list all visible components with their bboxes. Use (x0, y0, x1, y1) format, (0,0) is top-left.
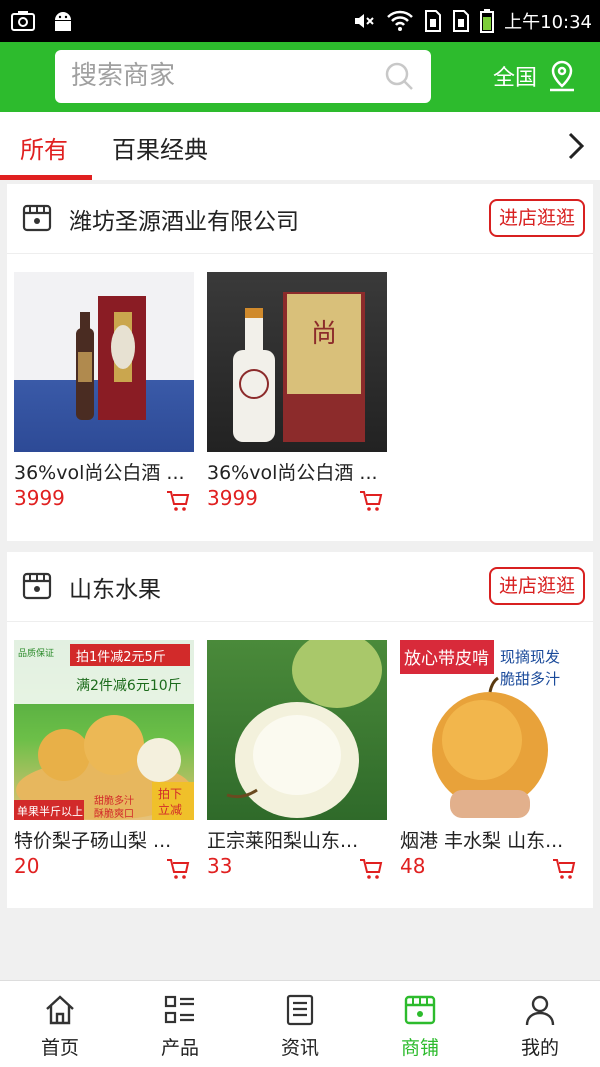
promo-text-1: 放心带皮啃 (404, 649, 489, 669)
region-label: 全国 (493, 66, 538, 91)
cart-icon[interactable] (552, 858, 576, 880)
region-selector[interactable]: 全国 (493, 60, 577, 92)
product-price: 48 (400, 854, 426, 878)
liquor-bottle-image (76, 296, 146, 420)
nav-products[interactable]: 产品 (140, 993, 220, 1060)
product-price: 33 (207, 854, 233, 878)
shop-icon (404, 995, 436, 1025)
nav-label: 首页 (40, 1037, 79, 1059)
home-icon (46, 995, 74, 1025)
promo-text-2: 现摘现发 (500, 648, 560, 666)
product-card[interactable]: 放心带皮啃 现摘现发 脆甜多汁 烟港 丰水梨 山东... 48 (400, 640, 580, 879)
search-box[interactable] (55, 50, 431, 103)
promo-text-2: 满2件减6元10斤 (76, 678, 182, 694)
promo-text-3: 单果半斤以上 (17, 804, 83, 818)
fengshui-pear-image: 放心带皮啃 现摘现发 脆甜多汁 (400, 640, 560, 818)
store-name: 山东水果 (69, 577, 161, 603)
category-tabs: 所有 百果经典 (0, 112, 600, 180)
promo-text-7: 立减 (158, 802, 182, 817)
product-price: 3999 (14, 486, 65, 510)
nav-label: 商铺 (400, 1037, 439, 1059)
product-name: 36%vol尚公白酒 ... (207, 462, 378, 484)
product-image[interactable]: 尚 (207, 272, 387, 452)
location-icon (550, 60, 575, 92)
nav-mine[interactable]: 我的 (500, 993, 580, 1060)
cart-icon[interactable] (166, 858, 190, 880)
product-image[interactable]: 放心带皮啃 现摘现发 脆甜多汁 (400, 640, 580, 820)
product-image[interactable]: 拍1件减2元5斤 满2件减6元10斤 品质保证 单果半斤以上 甜脆多汁 酥脆爽口… (14, 640, 194, 820)
nav-label: 产品 (160, 1037, 199, 1059)
store-icon (22, 572, 52, 600)
screenshot-icon (11, 11, 35, 31)
cart-icon[interactable] (166, 490, 190, 512)
nav-home[interactable]: 首页 (20, 993, 100, 1060)
clock: 上午10:34 (504, 12, 592, 33)
wifi-icon (387, 10, 414, 31)
store-card: 山东水果 进店逛逛 拍1件减2元5斤 满2件减6元10斤 品质保证 单果半斤以上… (7, 552, 593, 908)
box-label: 尚 (311, 319, 337, 349)
chevron-right-icon[interactable] (564, 130, 588, 162)
store-card: 潍坊圣源酒业有限公司 进店逛逛 36%vol尚公白酒 ... 3999 尚 36… (7, 184, 593, 541)
promo-text-3: 脆甜多汁 (500, 670, 560, 688)
search-icon[interactable] (383, 60, 415, 92)
top-header: 全国 (0, 42, 600, 112)
store-icon (22, 204, 52, 232)
news-icon (286, 994, 314, 1026)
laiyang-pear-image (226, 640, 382, 818)
cart-icon[interactable] (359, 858, 383, 880)
promo-text-5: 酥脆爽口 (94, 807, 134, 820)
nav-news[interactable]: 资讯 (260, 993, 340, 1060)
store-header: 山东水果 进店逛逛 (7, 552, 593, 622)
tab-baiguo-classic[interactable]: 百果经典 (112, 130, 208, 165)
enter-store-button[interactable]: 进店逛逛 (488, 567, 585, 605)
product-card[interactable]: 正宗莱阳梨山东... 33 (207, 640, 387, 879)
promo-text-1: 拍1件减2元5斤 (76, 650, 166, 665)
search-input[interactable] (71, 58, 371, 94)
bottom-navigation: 首页 产品 资讯 商铺 我的 (0, 980, 600, 1067)
product-name: 正宗莱阳梨山东... (207, 830, 359, 852)
promo-logo-text: 品质保证 (18, 647, 54, 659)
mute-icon (355, 14, 374, 28)
product-image[interactable] (14, 272, 194, 452)
store-name: 潍坊圣源酒业有限公司 (69, 209, 299, 235)
battery-icon (480, 9, 495, 33)
store-header: 潍坊圣源酒业有限公司 进店逛逛 (7, 184, 593, 254)
product-image[interactable] (207, 640, 387, 820)
cart-icon[interactable] (359, 490, 383, 512)
tab-all[interactable]: 所有 (20, 130, 68, 165)
product-name: 烟港 丰水梨 山东... (400, 830, 564, 852)
user-icon (525, 995, 555, 1026)
promo-text-6: 拍下 (158, 786, 182, 801)
active-tab-indicator (0, 175, 92, 180)
promo-text-4: 甜脆多汁 (94, 794, 134, 807)
android-icon (55, 12, 71, 31)
pear-promo-image: 拍1件减2元5斤 满2件减6元10斤 品质保证 单果半斤以上 甜脆多汁 酥脆爽口… (14, 640, 194, 820)
product-name: 特价梨子砀山梨 ... (14, 830, 172, 852)
nav-label: 我的 (520, 1037, 559, 1059)
nav-shops[interactable]: 商铺 (380, 993, 460, 1060)
product-card[interactable]: 尚 36%vol尚公白酒 ... 3999 (207, 272, 387, 511)
list-icon (164, 995, 194, 1024)
status-bar: 上午10:34 (0, 0, 600, 42)
product-price: 20 (14, 854, 40, 878)
enter-store-button[interactable]: 进店逛逛 (488, 199, 585, 237)
sim1-icon (425, 10, 442, 32)
product-card[interactable]: 拍1件减2元5斤 满2件减6元10斤 品质保证 单果半斤以上 甜脆多汁 酥脆爽口… (14, 640, 194, 879)
nav-label: 资讯 (280, 1037, 319, 1059)
product-price: 3999 (207, 486, 258, 510)
liquor-bottle-image: 尚 (233, 292, 365, 442)
sim2-icon (453, 10, 470, 32)
product-card[interactable]: 36%vol尚公白酒 ... 3999 (14, 272, 194, 511)
product-name: 36%vol尚公白酒 ... (14, 462, 185, 484)
